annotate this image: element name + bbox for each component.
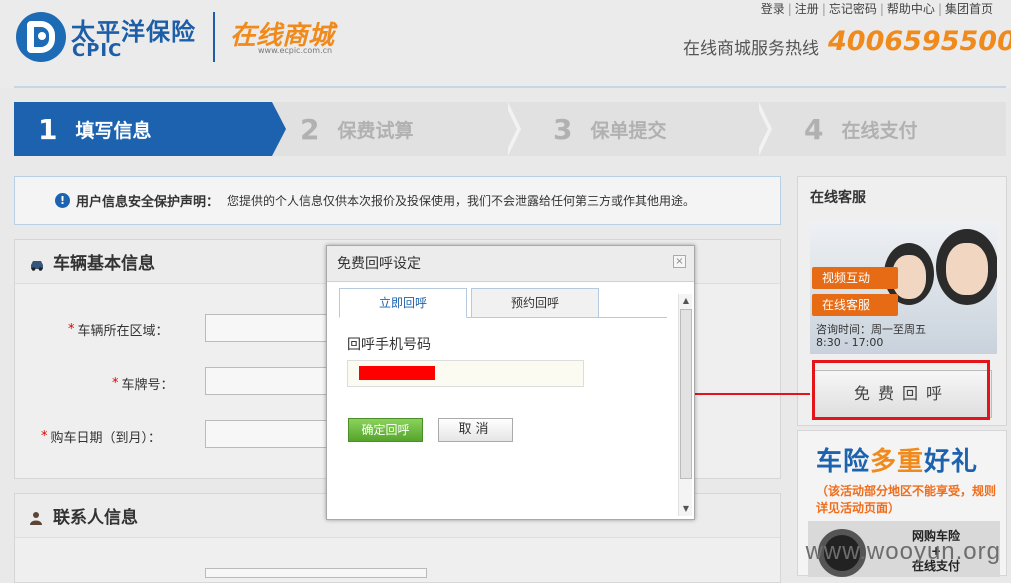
close-icon[interactable]: × xyxy=(673,255,686,268)
dialog-title: 免费回呼设定 xyxy=(337,256,421,272)
plate-row: *车牌号： xyxy=(112,374,174,393)
step-number: 3 xyxy=(553,113,572,146)
cancel-button[interactable]: 取消 xyxy=(438,418,513,442)
forgot-password-link[interactable]: 忘记密码 xyxy=(829,2,877,16)
step-label: 在线支付 xyxy=(841,116,917,143)
redaction-mark xyxy=(359,366,435,380)
notice-text: 您提供的个人信息仅供本次报价及投保使用，我们不会泄露给任何第三方或作其他用途。 xyxy=(227,192,695,209)
promo-title: 车险多重好礼 xyxy=(816,441,978,478)
tab-immediate-callback[interactable]: 立即回呼 xyxy=(339,288,467,318)
tab-bar: 立即回呼 预约回呼 xyxy=(339,288,667,318)
login-link[interactable]: 登录 xyxy=(761,2,785,16)
promo-title-part: 车险 xyxy=(816,447,870,477)
scroll-up-icon[interactable]: ▲ xyxy=(679,294,693,308)
region-select[interactable] xyxy=(205,314,335,342)
hotline-label: 在线商城服务热线 xyxy=(683,34,819,59)
promo-subtitle: （该活动部分地区不能享受，规则详见活动页面） xyxy=(816,483,998,517)
purchase-date-label: 购车日期（到月）： xyxy=(51,427,162,446)
page-header: 太平洋保险 CPIC 在线商城 www.ecpic.com.cn 登录|注册|忘… xyxy=(0,0,1011,88)
header-divider xyxy=(14,86,1006,88)
confirm-callback-button[interactable]: 确定回呼 xyxy=(348,418,423,442)
step-separator xyxy=(755,102,768,156)
consult-hours: 咨询时间：周一至周五 xyxy=(816,321,926,337)
step-premium-calc: 2 保费试算 xyxy=(286,102,522,156)
register-link[interactable]: 注册 xyxy=(795,2,819,16)
privacy-notice: ! 用户信息安全保护声明： 您提供的个人信息仅供本次报价及投保使用，我们不会泄露… xyxy=(14,176,781,225)
region-row: *车辆所在区域： xyxy=(68,320,169,339)
promo-title-part: 好礼 xyxy=(924,447,978,477)
step-label: 保费试算 xyxy=(337,116,413,143)
dialog-header: 免费回呼设定 × xyxy=(327,246,694,282)
region-label: 车辆所在区域： xyxy=(78,320,169,339)
callback-dialog: 免费回呼设定 × 立即回呼 预约回呼 ▲ ▼ 回呼手机号码 18 确定回呼 取消 xyxy=(326,245,695,520)
plate-label: 车牌号： xyxy=(122,374,174,393)
purchase-date-input[interactable] xyxy=(205,420,335,448)
brand-name-en: CPIC xyxy=(72,40,122,61)
group-home-link[interactable]: 集团首页 xyxy=(945,2,993,16)
tab-scheduled-callback[interactable]: 预约回呼 xyxy=(471,288,599,318)
help-center-link[interactable]: 帮助中心 xyxy=(887,2,935,16)
progress-steps: 1 填写信息 2 保费试算 3 保单提交 4 在线支付 xyxy=(14,102,1006,156)
info-icon: ! xyxy=(55,193,70,208)
step-policy-submit: 3 保单提交 xyxy=(539,102,775,156)
logo-divider xyxy=(213,12,215,62)
online-service-button[interactable]: 在线客服 xyxy=(812,294,898,316)
panel-title: 车辆基本信息 xyxy=(53,249,155,274)
step-number: 4 xyxy=(804,113,823,146)
step-label: 填写信息 xyxy=(75,116,151,143)
customer-service-agents-image: 视频互动 在线客服 咨询时间：周一至周五 8:30 - 17:00 xyxy=(810,221,997,354)
watermark: www.wooyun.org xyxy=(806,538,1001,566)
panel-title: 联系人信息 xyxy=(53,503,138,528)
sidebar: 在线客服 视频互动 在线客服 咨询时间：周一至周五 8:30 - 17:00 免… xyxy=(797,176,1007,576)
agent-face xyxy=(946,243,988,295)
plate-input[interactable] xyxy=(205,367,335,395)
purchase-date-row: *购车日期（到月）： xyxy=(41,427,161,446)
scroll-down-icon[interactable]: ▼ xyxy=(679,502,693,516)
video-chat-button[interactable]: 视频互动 xyxy=(812,267,898,289)
notice-title: 用户信息安全保护声明： xyxy=(76,191,219,210)
step-label: 保单提交 xyxy=(590,116,666,143)
dialog-scrollbar[interactable]: ▲ ▼ xyxy=(678,294,692,516)
highlight-box xyxy=(812,360,990,420)
mall-url: www.ecpic.com.cn xyxy=(258,46,332,55)
scroll-thumb[interactable] xyxy=(680,309,692,479)
car-icon xyxy=(29,256,45,268)
consult-time: 8:30 - 17:00 xyxy=(816,336,883,349)
top-links: 登录|注册|忘记密码|帮助中心|集团首页 xyxy=(761,0,993,17)
hotline-number: 4006595500 xyxy=(828,26,1011,57)
step-fill-info: 1 填写信息 xyxy=(14,102,272,156)
online-service-box: 在线客服 视频互动 在线客服 咨询时间：周一至周五 8:30 - 17:00 免… xyxy=(797,176,1007,426)
step-number: 1 xyxy=(38,113,57,146)
person-icon xyxy=(29,510,45,522)
phone-label: 回呼手机号码 xyxy=(347,334,431,354)
cpic-logo-icon[interactable] xyxy=(16,12,66,62)
contact-input[interactable] xyxy=(205,568,427,578)
step-separator xyxy=(504,102,517,156)
step-online-payment: 4 在线支付 xyxy=(790,102,1006,156)
service-title: 在线客服 xyxy=(810,187,866,207)
promo-title-part: 多重 xyxy=(870,447,924,477)
step-number: 2 xyxy=(300,113,319,146)
